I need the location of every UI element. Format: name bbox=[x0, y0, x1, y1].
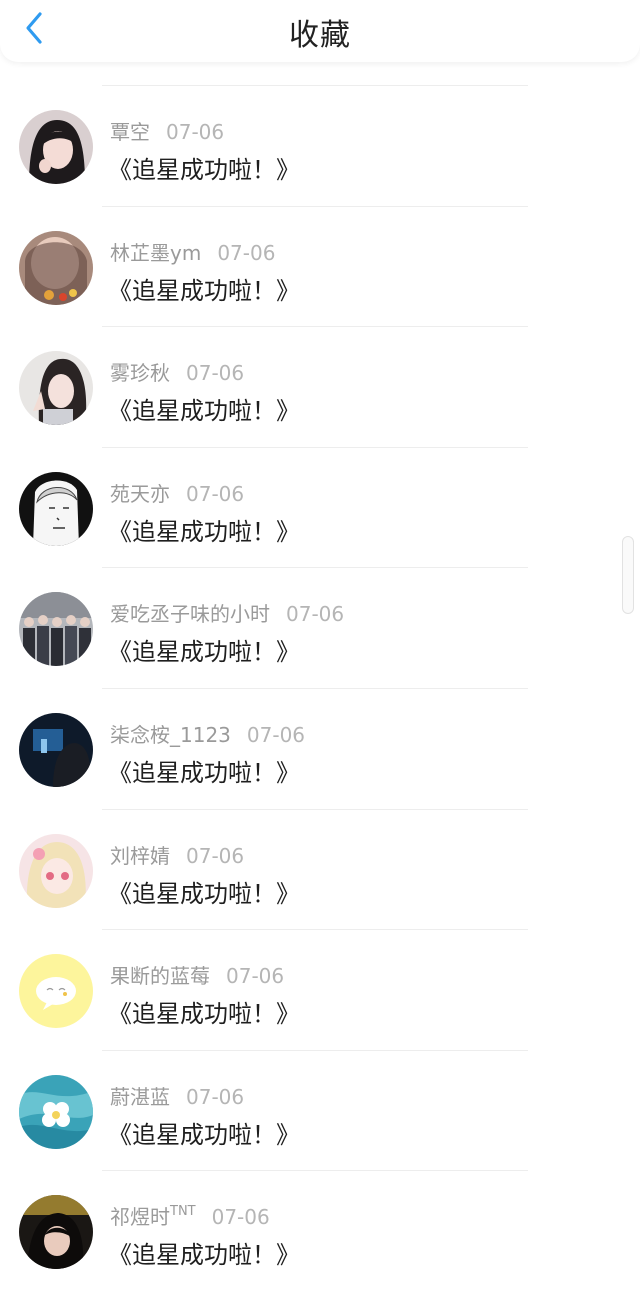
list-item[interactable]: 林芷墨ym 07-06 《追星成功啦！》 bbox=[0, 207, 640, 328]
avatar[interactable] bbox=[19, 351, 93, 426]
top-bar: 收藏 bbox=[0, 0, 640, 62]
date-label: 07-06 bbox=[286, 602, 345, 627]
date-label: 07-06 bbox=[211, 1205, 270, 1230]
date-label: 07-06 bbox=[246, 722, 306, 747]
username[interactable]: 覃空 bbox=[110, 120, 150, 144]
list-item[interactable]: 覃空 07-06 《追星成功啦！》 bbox=[0, 86, 640, 207]
list-item[interactable]: 雾珍秋 07-06 《追星成功啦！》 bbox=[0, 327, 640, 448]
favorites-list: 覃空 07-06 《追星成功啦！》 林芷墨ym 07-06 《追星成功啦！》 雾… bbox=[0, 86, 640, 1291]
avatar[interactable] bbox=[19, 833, 93, 908]
list-item[interactable]: 蔚湛蓝 07-06 《追星成功啦！》 bbox=[0, 1051, 640, 1172]
username[interactable]: 刘梓婧 bbox=[110, 844, 170, 868]
item-title: 《追星成功啦！》 bbox=[108, 638, 300, 667]
item-meta: 柒念桉_1123 07-06 bbox=[110, 719, 305, 748]
username[interactable]: 果断的蓝莓 bbox=[110, 964, 210, 988]
list-item[interactable]: 果断的蓝莓 07-06 《追星成功啦！》 bbox=[0, 930, 640, 1051]
item-title: 《追星成功啦！》 bbox=[108, 156, 300, 184]
item-meta: 雾珍秋 07-06 bbox=[110, 357, 244, 386]
list-item[interactable]: 柒念桉_1123 07-06 《追星成功啦！》 bbox=[0, 689, 640, 810]
item-meta: 蔚湛蓝 07-06 bbox=[110, 1081, 244, 1110]
item-title: 《追星成功啦！》 bbox=[108, 276, 300, 305]
list-item[interactable]: 祁煜时TNT 07-06 《追星成功啦！》 bbox=[0, 1171, 640, 1291]
avatar[interactable] bbox=[19, 712, 93, 787]
item-meta: 苑天亦 07-06 bbox=[110, 478, 244, 507]
date-label: 07-06 bbox=[166, 120, 225, 144]
item-title: 《追星成功啦！》 bbox=[108, 1120, 300, 1149]
list-item[interactable]: 刘梓婧 07-06 《追星成功啦！》 bbox=[0, 810, 640, 931]
item-meta: 爱吃丞子味的小时 07-06 bbox=[110, 598, 344, 627]
page-title: 收藏 bbox=[289, 18, 351, 53]
item-title: 《追星成功啦！》 bbox=[108, 1000, 300, 1029]
item-title: 《追星成功啦！》 bbox=[108, 1241, 300, 1270]
username[interactable]: 祁煜时TNT bbox=[110, 1204, 196, 1230]
username[interactable]: 林芷墨ym bbox=[110, 241, 201, 265]
avatar[interactable] bbox=[19, 110, 93, 184]
date-label: 07-06 bbox=[186, 481, 245, 506]
favorites-screen: 收藏 覃空 07-06 《追星成功啦！》 林芷墨ym 07-06 《追星成功啦！… bbox=[0, 0, 640, 1291]
scrollbar[interactable] bbox=[622, 536, 634, 614]
username[interactable]: 柒念桉_1123 bbox=[110, 723, 231, 747]
item-title: 《追星成功啦！》 bbox=[108, 517, 300, 546]
item-meta: 林芷墨ym 07-06 bbox=[110, 237, 275, 266]
username[interactable]: 爱吃丞子味的小时 bbox=[110, 602, 270, 626]
item-title: 《追星成功啦！》 bbox=[108, 879, 300, 908]
item-title: 《追星成功啦！》 bbox=[108, 397, 300, 426]
item-meta: 果断的蓝莓 07-06 bbox=[110, 960, 284, 989]
avatar[interactable] bbox=[19, 1074, 93, 1149]
item-meta: 覃空 07-06 bbox=[110, 116, 224, 145]
date-label: 07-06 bbox=[186, 361, 245, 386]
date-label: 07-06 bbox=[217, 240, 276, 265]
date-label: 07-06 bbox=[186, 843, 245, 868]
item-meta: 祁煜时TNT 07-06 bbox=[110, 1201, 270, 1230]
list-item[interactable]: 苑天亦 07-06 《追星成功啦！》 bbox=[0, 448, 640, 569]
avatar[interactable] bbox=[19, 230, 93, 305]
avatar[interactable] bbox=[19, 954, 93, 1029]
avatar[interactable] bbox=[19, 592, 93, 667]
username[interactable]: 雾珍秋 bbox=[110, 361, 170, 385]
avatar[interactable] bbox=[19, 471, 93, 546]
item-meta: 刘梓婧 07-06 bbox=[110, 840, 244, 869]
date-label: 07-06 bbox=[226, 964, 285, 989]
username[interactable]: 蔚湛蓝 bbox=[110, 1085, 170, 1109]
list-item[interactable]: 爱吃丞子味的小时 07-06 《追星成功啦！》 bbox=[0, 568, 640, 689]
date-label: 07-06 bbox=[186, 1084, 245, 1109]
username[interactable]: 苑天亦 bbox=[110, 482, 170, 506]
item-title: 《追星成功啦！》 bbox=[108, 758, 300, 787]
avatar[interactable] bbox=[19, 1195, 93, 1270]
